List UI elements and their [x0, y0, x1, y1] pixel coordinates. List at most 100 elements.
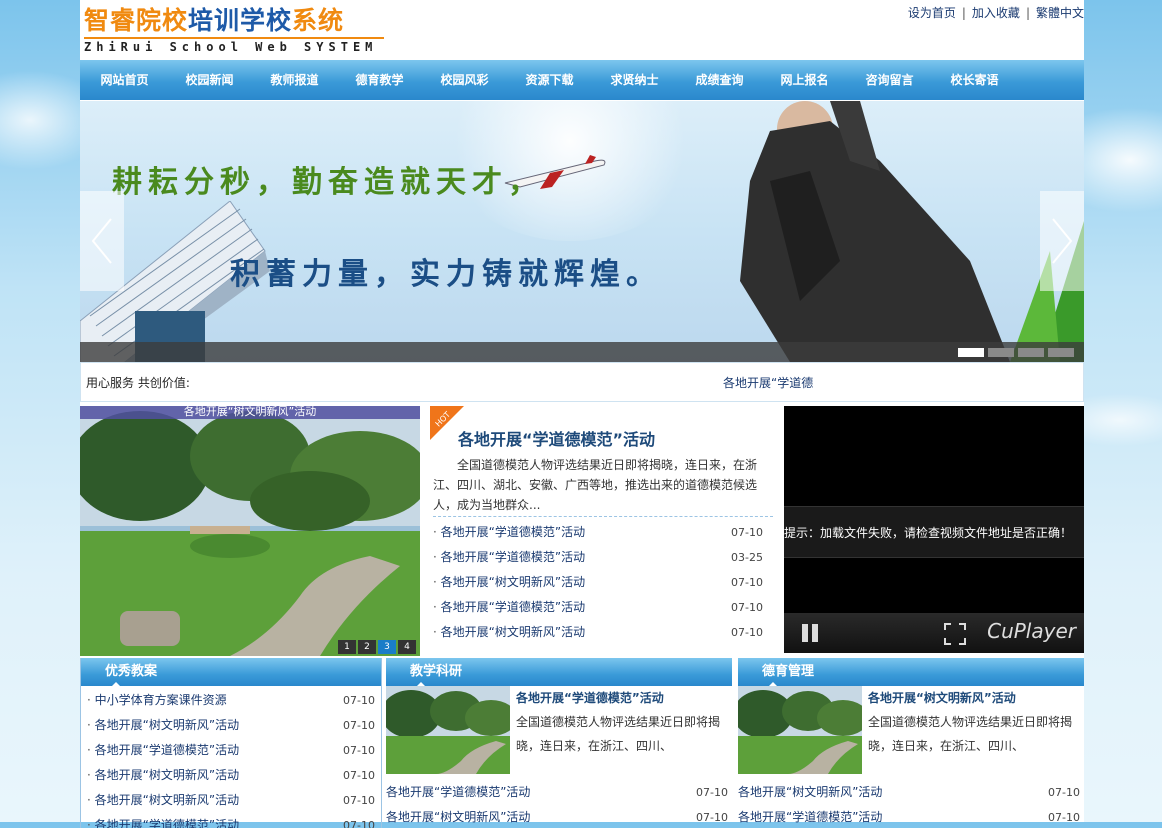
- set-homepage-link[interactable]: 设为首页: [908, 6, 956, 20]
- logo-english: ZhiRui School Web SYSTEM: [84, 37, 384, 55]
- news-title[interactable]: 各地开展“学道德模范”活动: [433, 595, 585, 620]
- separator: |: [1025, 6, 1030, 20]
- nav-item-moral-education[interactable]: 德育教学: [337, 60, 422, 100]
- photo-page-button[interactable]: 1: [338, 640, 356, 654]
- photo-caption: 各地开展“树文明新风”活动: [80, 406, 420, 419]
- list-item[interactable]: 中小学体育方案课件资源 07-10: [87, 688, 375, 713]
- banner-slogan-1: 耕耘分秒，勤奋造就天才，: [112, 165, 544, 200]
- slide-indicator[interactable]: [1048, 348, 1074, 357]
- photo-slideshow[interactable]: 各地开展“树文明新风”活动 1 2 3 4: [80, 406, 420, 656]
- nav-item-downloads[interactable]: 资源下载: [507, 60, 592, 100]
- panel-title[interactable]: 优秀教案: [105, 664, 157, 679]
- banner-prev-button[interactable]: [80, 191, 124, 291]
- item-title[interactable]: 各地开展“学道德模范”活动: [738, 805, 882, 828]
- list-item[interactable]: 各地开展“树文明新风”活动 07-10: [87, 763, 375, 788]
- featured-title[interactable]: 各地开展“树文明新风”活动: [868, 689, 1016, 706]
- list-item[interactable]: 各地开展“树文明新风”活动 07-10: [738, 780, 1084, 805]
- item-date: 07-10: [696, 811, 728, 824]
- panel-title[interactable]: 教学科研: [410, 664, 462, 679]
- nav-item-grade-query[interactable]: 成绩查询: [677, 60, 762, 100]
- traditional-chinese-link[interactable]: 繁體中文: [1036, 6, 1084, 20]
- photo-page-button[interactable]: 2: [358, 640, 376, 654]
- error-message-bar: 提示：加载文件失败，请检查视频文件地址是否正确！: [784, 506, 1084, 558]
- nav-item-campus-style[interactable]: 校园风彩: [422, 60, 507, 100]
- news-title[interactable]: 各地开展“学道德模范”活动: [433, 520, 585, 545]
- pause-icon[interactable]: [800, 623, 820, 643]
- photo-page-button[interactable]: 4: [398, 640, 416, 654]
- list-item[interactable]: 各地开展“树文明新风”活动 07-10: [386, 805, 732, 828]
- list-item[interactable]: 各地开展“树文明新风”活动 07-10: [433, 570, 763, 595]
- article-thumbnail[interactable]: [386, 686, 510, 774]
- featured-article: 各地开展“树文明新风”活动 全国道德模范人物评选结果近日即将揭晓，连日来，在浙江…: [738, 686, 1084, 780]
- player-brand: CuPlayer: [987, 619, 1076, 643]
- featured-title[interactable]: 各地开展“学道德模范”活动: [516, 689, 664, 706]
- site-logo[interactable]: 智睿院校培训学校系统 ZhiRui School Web SYSTEM: [84, 6, 392, 56]
- graduate-figure: [740, 101, 1084, 362]
- slide-indicator[interactable]: [958, 348, 984, 357]
- slide-indicator[interactable]: [1018, 348, 1044, 357]
- news-title[interactable]: 各地开展“树文明新风”活动: [433, 570, 585, 595]
- list-item[interactable]: 各地开展“树文明新风”活动 07-10: [87, 788, 375, 813]
- list-item[interactable]: 各地开展“学道德模范”活动 07-10: [386, 780, 732, 805]
- news-date: 07-10: [731, 601, 763, 614]
- add-favorite-link[interactable]: 加入收藏: [972, 6, 1020, 20]
- item-date: 07-10: [343, 694, 375, 707]
- article-thumbnail[interactable]: [738, 686, 862, 774]
- item-date: 07-10: [343, 744, 375, 757]
- nav-item-recruitment[interactable]: 求贤纳士: [592, 60, 677, 100]
- nav-item-consult[interactable]: 咨询留言: [847, 60, 932, 100]
- list-item[interactable]: 各地开展“学道德模范”活动 07-10: [87, 738, 375, 763]
- divider: [433, 516, 773, 517]
- news-title[interactable]: 各地开展“树文明新风”活动: [433, 620, 585, 645]
- panel-header: 教学科研: [386, 658, 732, 687]
- news-title[interactable]: 各地开展“学道德模范”活动: [433, 545, 585, 570]
- item-title[interactable]: 各地开展“学道德模范”活动: [87, 813, 239, 828]
- list-item[interactable]: 各地开展“树文明新风”活动 07-10: [87, 713, 375, 738]
- list-item[interactable]: 各地开展“学道德模范”活动 07-10: [87, 813, 375, 828]
- item-title[interactable]: 中小学体育方案课件资源: [87, 688, 227, 713]
- item-title[interactable]: 各地开展“树文明新风”活动: [87, 763, 239, 788]
- item-date: 07-10: [696, 786, 728, 799]
- video-player[interactable]: 提示：加载文件失败，请检查视频文件地址是否正确！ CuPlayer: [784, 406, 1084, 653]
- item-date: 07-10: [343, 819, 375, 828]
- news-date: 03-25: [731, 551, 763, 564]
- ticker-text[interactable]: 各地开展“学道德: [723, 374, 815, 391]
- separator: |: [961, 6, 966, 20]
- item-title[interactable]: 各地开展“学道德模范”活动: [386, 780, 530, 805]
- item-title[interactable]: 各地开展“树文明新风”活动: [87, 713, 239, 738]
- logo-chinese: 智睿院校培训学校系统: [84, 6, 392, 36]
- nav-item-campus-news[interactable]: 校园新闻: [167, 60, 252, 100]
- slide-indicators: [958, 348, 1074, 357]
- header: 智睿院校培训学校系统 ZhiRui School Web SYSTEM 设为首页…: [80, 0, 1084, 60]
- item-title[interactable]: 各地开展“树文明新风”活动: [738, 780, 882, 805]
- banner-slogan-2: 积蓄力量，实力铸就辉煌。: [230, 257, 662, 292]
- chevron-right-icon: [1052, 218, 1073, 264]
- chevron-left-icon: [91, 218, 112, 264]
- list-item[interactable]: 各地开展“学道德模范”活动 03-25: [433, 545, 763, 570]
- banner-next-button[interactable]: [1040, 191, 1084, 291]
- nav-item-teacher-reports[interactable]: 教师报道: [252, 60, 337, 100]
- list-item[interactable]: 各地开展“学道德模范”活动 07-10: [433, 520, 763, 545]
- headline-title[interactable]: 各地开展“学道德模范”活动: [458, 426, 655, 450]
- nav-item-principal[interactable]: 校长寄语: [932, 60, 1017, 100]
- item-title[interactable]: 各地开展“树文明新风”活动: [87, 788, 239, 813]
- fullscreen-icon[interactable]: [944, 623, 966, 645]
- slide-indicator[interactable]: [988, 348, 1014, 357]
- error-message: 提示：加载文件失败，请检查视频文件地址是否正确！: [784, 526, 1073, 540]
- photo-page-button[interactable]: 3: [378, 640, 396, 654]
- banner-caption-bar: [80, 342, 1084, 362]
- list-item[interactable]: 各地开展“学道德模范”活动 07-10: [433, 595, 763, 620]
- logo-part-1: 智睿院校: [84, 6, 189, 35]
- nav-item-online-register[interactable]: 网上报名: [762, 60, 847, 100]
- list-item[interactable]: 各地开展“树文明新风”活动 07-10: [433, 620, 763, 645]
- item-title[interactable]: 各地开展“树文明新风”活动: [386, 805, 530, 828]
- banner-slideshow[interactable]: 耕耘分秒，勤奋造就天才， 积蓄力量，实力铸就辉煌。: [80, 101, 1084, 362]
- list-item[interactable]: 各地开展“学道德模范”活动 07-10: [738, 805, 1084, 828]
- panel-title[interactable]: 德育管理: [762, 664, 814, 679]
- moral-list: 各地开展“树文明新风”活动 07-10 各地开展“学道德模范”活动 07-10: [738, 780, 1084, 828]
- featured-article: 各地开展“学道德模范”活动 全国道德模范人物评选结果近日即将揭晓，连日来，在浙江…: [386, 686, 732, 780]
- item-date: 07-10: [343, 794, 375, 807]
- item-title[interactable]: 各地开展“学道德模范”活动: [87, 738, 239, 763]
- teaching-research-panel: 教学科研 各地开展“学道德模范”活动 全国道德模范人物评选结果近日即将揭晓，连日…: [386, 658, 732, 828]
- nav-item-home[interactable]: 网站首页: [82, 60, 167, 100]
